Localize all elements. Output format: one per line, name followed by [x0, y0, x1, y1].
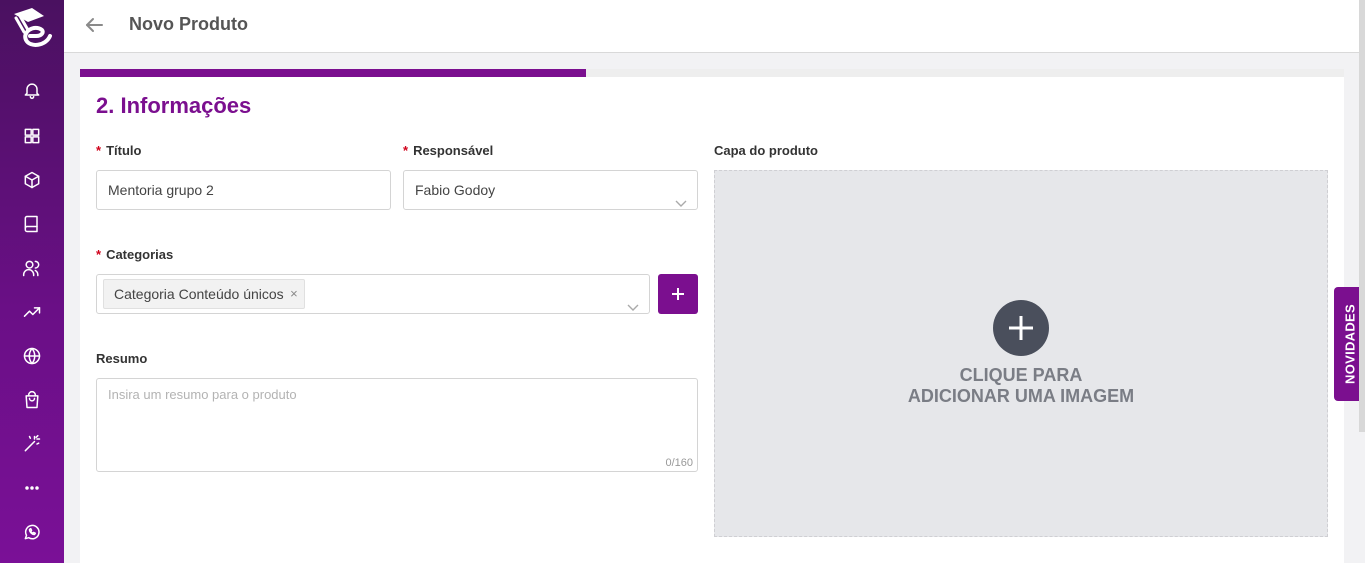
required-mark: * — [403, 143, 409, 158]
cover-upload-text: CLIQUE PARA ADICIONAR UMA IMAGEM — [907, 365, 1135, 406]
shopping-bag-icon[interactable] — [20, 388, 44, 412]
chevron-down-icon — [627, 289, 639, 311]
summary-placeholder: Insira um resumo para o produto — [108, 387, 297, 402]
top-bar: Novo Produto — [64, 0, 1365, 53]
categories-label: * Categorias — [96, 247, 174, 262]
section-title: 2. Informações — [96, 93, 252, 118]
required-mark: * — [96, 143, 102, 158]
category-tag: Categoria Conteúdo únicos × — [103, 279, 305, 309]
box-icon[interactable] — [20, 168, 44, 192]
tag-close-icon[interactable]: × — [290, 280, 298, 308]
logo-icon[interactable] — [10, 2, 54, 50]
globe-icon[interactable] — [20, 344, 44, 368]
cover-label: Capa do produto — [714, 143, 818, 158]
responsible-select[interactable]: Fabio Godoy — [403, 170, 698, 210]
whatsapp-icon[interactable] — [20, 520, 44, 544]
character-counter: 0/160 — [665, 457, 693, 469]
grid-icon[interactable] — [20, 124, 44, 148]
chevron-down-icon — [675, 185, 687, 207]
categories-select[interactable]: Categoria Conteúdo únicos × — [96, 274, 650, 314]
sidebar — [0, 0, 64, 563]
summary-label: Resumo — [96, 351, 148, 366]
back-arrow-icon[interactable] — [82, 13, 106, 37]
progress-bar-fill — [80, 69, 586, 77]
required-mark: * — [96, 247, 102, 262]
title-label: * Título — [96, 143, 142, 158]
summary-textarea[interactable]: Insira um resumo para o produto 0/160 — [96, 378, 698, 472]
responsible-value: Fabio Godoy — [415, 182, 496, 198]
page-title: Novo Produto — [129, 14, 248, 34]
category-tag-label: Categoria Conteúdo únicos — [114, 286, 284, 302]
trending-up-icon[interactable] — [20, 300, 44, 324]
cover-upload-area[interactable]: CLIQUE PARA ADICIONAR UMA IMAGEM — [714, 170, 1328, 537]
plus-circle-icon — [993, 300, 1049, 356]
title-input[interactable] — [96, 170, 391, 210]
progress-bar — [80, 69, 1344, 77]
book-icon[interactable] — [20, 212, 44, 236]
magic-wand-icon[interactable] — [20, 432, 44, 456]
scrollbar[interactable] — [1359, 0, 1365, 432]
users-icon[interactable] — [20, 256, 44, 280]
plus-icon — [672, 288, 684, 300]
more-icon[interactable] — [20, 476, 44, 500]
bell-icon[interactable] — [20, 78, 44, 102]
responsible-label: * Responsável — [403, 143, 494, 158]
add-category-button[interactable] — [658, 274, 698, 314]
